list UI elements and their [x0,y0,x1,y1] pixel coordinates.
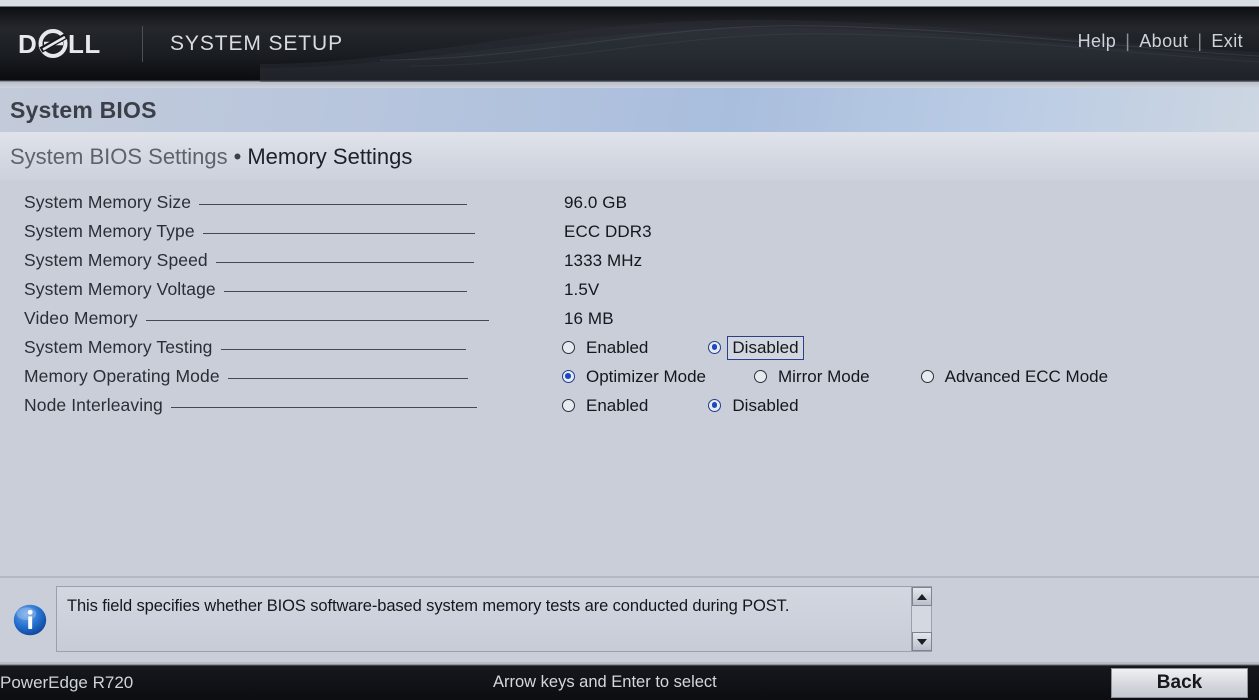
setting-row[interactable]: Node Interleaving Enabled Disabled [0,391,1259,420]
setting-value-container: 96.0 GB [564,188,627,217]
info-icon [13,604,47,636]
setting-value-container: 1333 MHz [564,246,642,275]
setting-value-container: ECC DDR3 [564,217,652,246]
setting-label: Video Memory [24,308,138,328]
back-button-label: Back [1156,672,1203,693]
settings-list: System Memory Size 96.0 GB System Memory T… [0,180,1259,576]
help-link[interactable]: Help [1078,31,1117,52]
breadcrumb-parent[interactable]: System BIOS Settings [10,144,228,170]
radio-option[interactable]: Enabled [562,395,652,417]
radio-option[interactable]: Optimizer Mode [562,366,710,388]
radio-group: Enabled Disabled [562,391,803,420]
radio-option-label: Enabled [586,395,649,415]
scroll-down-arrow-icon [917,638,927,645]
footer-bar: PowerEdge R720 Arrow keys and Enter to s… [0,662,1259,700]
leader-line [199,203,468,205]
radio-option[interactable]: Enabled [562,337,652,359]
setting-row[interactable]: System Memory Testing Enabled Disabled [0,333,1259,362]
radio-option-label: Enabled [586,337,649,357]
setting-label: Node Interleaving [24,395,163,415]
link-separator-2: | [1197,31,1203,51]
exit-link[interactable]: Exit [1211,31,1243,52]
setting-row: System Memory Speed 1333 MHz [0,246,1259,275]
radio-unselected-icon[interactable] [920,370,934,383]
setting-value-container: 16 MB [564,304,614,333]
radio-option[interactable]: Disabled [708,395,802,417]
top-header-bar: D LL SYSTEM SETUP Help | About | Exit [0,0,1259,88]
radio-option-label: Optimizer Mode [586,366,706,386]
leader-line [170,406,477,408]
scroll-up-button[interactable] [912,587,932,606]
leader-line [223,290,467,292]
navigation-hint: Arrow keys and Enter to select [493,673,717,691]
radio-group: Optimizer Mode Mirror Mode Advanced ECC Mo… [562,362,1112,391]
radio-option[interactable]: Advanced ECC Mode [920,366,1112,388]
setting-label: System Memory Speed [24,250,208,270]
setting-row: Video Memory 16 MB [0,304,1259,333]
radio-unselected-icon[interactable] [562,399,575,412]
radio-selected-icon[interactable] [708,399,722,412]
help-text: This field specifies whether BIOS softwa… [67,597,790,615]
breadcrumb-separator-icon: • [233,144,242,169]
breadcrumb: System BIOS Settings • Memory Settings [0,134,1259,180]
setting-row[interactable]: Memory Operating Mode Optimizer Mode Mirro… [0,362,1259,391]
setting-label: Memory Operating Mode [24,366,220,386]
setting-value-container: 1.5V [564,275,599,304]
radio-option-label: Advanced ECC Mode [944,366,1109,386]
svg-text:D: D [18,29,37,59]
radio-option-label: Disabled [732,395,799,415]
setting-value: 96.0 GB [564,192,628,212]
scrollbar-track[interactable] [912,606,931,632]
radio-option-label: Mirror Mode [777,366,870,386]
setting-row: System Memory Size 96.0 GB [0,188,1259,217]
radio-option[interactable]: Disabled [708,335,804,360]
setting-value: ECC DDR3 [564,221,652,241]
svg-text:LL: LL [68,29,101,59]
scroll-up-arrow-icon [917,593,927,600]
leader-line [220,348,466,350]
scroll-down-button[interactable] [912,632,932,651]
radio-option-label: Disabled [727,335,804,360]
page-title: System BIOS [10,96,157,123]
setting-label: System Memory Type [24,221,195,241]
system-setup-title: SYSTEM SETUP [170,32,343,55]
radio-group: Enabled Disabled [562,333,804,362]
setting-value: 16 MB [564,308,614,328]
help-text-box: This field specifies whether BIOS softwa… [56,586,932,652]
setting-row: System Memory Voltage 1.5V [0,275,1259,304]
setting-label: System Memory Testing [24,337,213,357]
dell-logo: D LL [18,29,101,59]
help-panel: This field specifies whether BIOS softwa… [0,578,1259,662]
setting-label: System Memory Size [24,192,192,212]
radio-selected-icon[interactable] [708,341,722,354]
leader-line [227,377,468,379]
setting-value: 1333 MHz [564,250,643,270]
setting-label: System Memory Voltage [24,279,216,299]
system-model-label: PowerEdge R720 [0,673,134,692]
breadcrumb-current: Memory Settings [247,144,413,169]
leader-line [145,319,489,321]
radio-unselected-icon[interactable] [753,370,767,383]
header-divider [142,26,143,62]
link-separator-1: | [1125,31,1131,51]
radio-option[interactable]: Mirror Mode [753,366,874,388]
leader-line [202,232,475,234]
about-link[interactable]: About [1139,31,1188,52]
radio-unselected-icon[interactable] [562,341,575,354]
bios-setup-screen: D LL SYSTEM SETUP Help | About | Exit Sy… [0,0,1259,700]
help-scrollbar[interactable] [911,587,932,651]
header-links: Help | About | Exit [1078,31,1243,52]
setting-row: System Memory Type ECC DDR3 [0,217,1259,246]
leader-line [215,261,474,263]
setting-value: 1.5V [564,279,600,299]
system-bios-title-band: System BIOS [0,88,1259,134]
back-button[interactable]: Back [1111,668,1248,698]
radio-selected-icon[interactable] [562,370,575,383]
